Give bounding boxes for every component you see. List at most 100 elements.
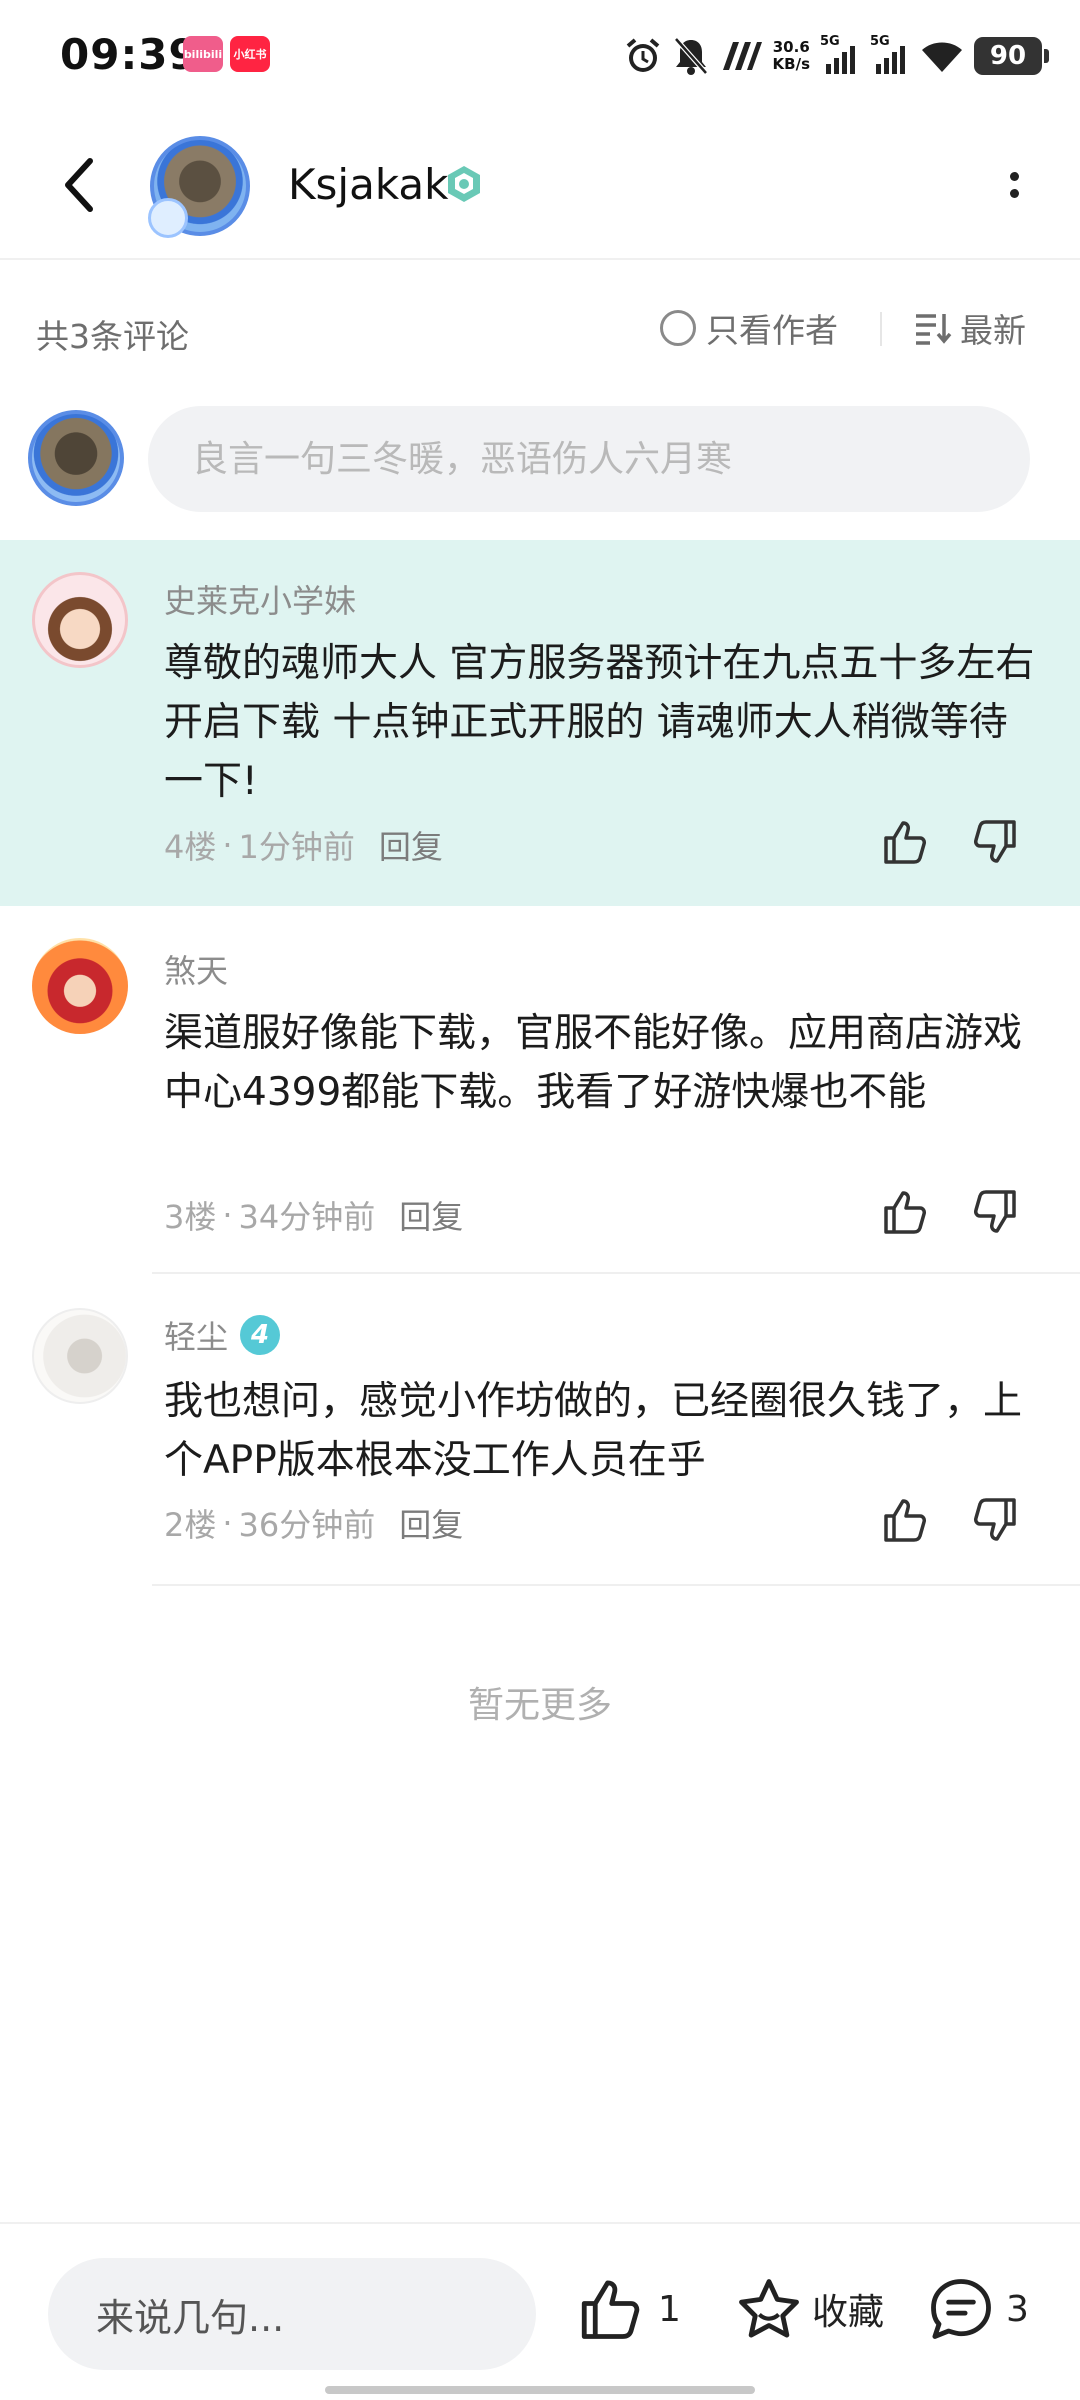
back-button[interactable]	[50, 150, 110, 220]
signal-label: 5G	[820, 34, 840, 49]
like-count: 1	[658, 2288, 681, 2330]
comment-text: 尊敬的魂师大人 官方服务器预计在九点五十多左右开启下载 十点钟正式开服的 请魂师…	[164, 641, 1035, 804]
comments-button[interactable]: 3	[928, 2276, 1029, 2342]
comment-meta: 4楼 · 1分钟前 回复	[164, 822, 443, 868]
meta-separator: ·	[222, 1196, 233, 1234]
comment-page: 09:39 bilibili 小红书 30.6 KB/s 5G 5G 90 Ks…	[0, 0, 1080, 2400]
dislike-button[interactable]	[972, 818, 1020, 866]
comment-count-badge: 3	[1006, 2288, 1029, 2330]
bilibili-app-icon: bilibili	[183, 36, 223, 72]
thumbs-up-icon	[884, 821, 926, 864]
status-bar: 09:39 bilibili 小红书 30.6 KB/s 5G 5G 90	[0, 0, 1080, 110]
sort-label: 最新	[960, 311, 1026, 350]
username-text: 史莱克小学妹	[164, 582, 357, 620]
floor-number: 2楼	[164, 1506, 217, 1544]
divider	[152, 1584, 1080, 1586]
header: Ksjakak	[0, 110, 1080, 260]
author-only-label: 只看作者	[706, 311, 838, 350]
nfc-icon	[722, 42, 762, 70]
sort-icon	[916, 314, 952, 345]
comment-text: 我也想问，感觉小作坊做的，已经圈很久钱了，上个APP版本根本没工作人员在乎	[164, 1379, 1023, 1483]
thumbs-up-icon	[884, 1499, 926, 1542]
reply-button[interactable]: 回复	[399, 1192, 463, 1238]
no-more-text: 暂无更多	[467, 1685, 612, 1726]
xiaohongshu-app-icon: 小红书	[230, 36, 270, 72]
dislike-button[interactable]	[972, 1496, 1020, 1544]
level-badge: 4	[240, 1315, 281, 1355]
comment-item: 史莱克小学妹 尊敬的魂师大人 官方服务器预计在九点五十多左右开启下载 十点钟正式…	[0, 540, 1080, 906]
sort-button[interactable]: 最新	[914, 304, 1026, 352]
thumbs-up-icon	[884, 1191, 926, 1234]
status-time: 09:39	[60, 30, 199, 79]
bell-off-icon	[673, 37, 708, 75]
thumbs-up-icon	[581, 2280, 640, 2339]
divider	[880, 312, 882, 346]
comment-username[interactable]: 煞天	[164, 946, 228, 992]
dislike-button[interactable]	[972, 1188, 1020, 1236]
author-avatar[interactable]	[148, 136, 250, 238]
alarm-icon	[626, 38, 659, 72]
comment-text: 渠道服好像能下载，官服不能好像。应用商店游戏中心4399都能下载。我看了好游快爆…	[164, 1011, 1023, 1115]
author-only-toggle[interactable]: 只看作者	[660, 304, 838, 352]
wifi-icon	[922, 42, 962, 72]
my-avatar	[28, 410, 124, 506]
comment-time: 36分钟前	[238, 1506, 376, 1544]
like-button[interactable]	[880, 1496, 928, 1544]
avatar-frame-decoration	[148, 198, 188, 238]
comment-actions	[880, 1188, 1020, 1236]
chevron-left-icon	[65, 158, 93, 212]
signal-icon: 5G	[870, 34, 910, 76]
user-avatar[interactable]	[32, 1308, 128, 1404]
username-text: 煞天	[164, 952, 229, 990]
comment-username[interactable]: 轻尘 4	[164, 1312, 281, 1358]
verified-badge-icon	[448, 166, 480, 202]
thumbs-down-icon	[974, 1190, 1016, 1233]
comment-bubble-icon	[931, 2279, 991, 2339]
username-text: 轻尘	[164, 1318, 229, 1356]
net-speed-value: 30.6	[772, 38, 810, 56]
signal-icon: 5G	[820, 34, 860, 76]
radio-icon	[660, 310, 696, 346]
thumbs-down-icon	[974, 820, 1016, 863]
author-name[interactable]: Ksjakak	[288, 160, 448, 209]
filter-row: 共3条评论 只看作者 最新	[0, 262, 1080, 402]
comment-item: 轻尘 4 我也想问，感觉小作坊做的，已经圈很久钱了，上个APP版本根本没工作人员…	[0, 1274, 1080, 1586]
floor-number: 4楼	[164, 828, 217, 866]
favorite-label: 收藏	[812, 2292, 885, 2333]
comment-actions	[880, 1496, 1020, 1544]
thumbs-down-icon	[974, 1498, 1016, 1541]
user-avatar[interactable]	[32, 572, 128, 668]
bottom-input-placeholder: 来说几句...	[96, 2295, 285, 2340]
comment-actions	[880, 818, 1020, 866]
like-button[interactable]	[880, 1188, 928, 1236]
bottom-comment-input[interactable]: 来说几句...	[48, 2258, 536, 2370]
comment-meta: 3楼 · 34分钟前 回复	[164, 1192, 463, 1238]
comment-item: 煞天 渠道服好像能下载，官服不能好像。应用商店游戏中心4399都能下载。我看了好…	[0, 906, 1080, 1274]
net-speed: 30.6 KB/s	[773, 39, 810, 73]
meta-separator: ·	[222, 826, 233, 864]
floor-number: 3楼	[164, 1198, 217, 1236]
bottom-bar: 来说几句... 1 收藏 3	[0, 2222, 1080, 2400]
home-indicator[interactable]	[325, 2386, 755, 2394]
more-button[interactable]	[984, 150, 1044, 220]
signal-label: 5G	[870, 34, 890, 49]
comment-username[interactable]: 史莱克小学妹	[164, 576, 356, 622]
reply-button[interactable]: 回复	[379, 822, 443, 868]
battery-icon: 90	[974, 37, 1049, 75]
comment-count: 共3条评论	[36, 317, 189, 356]
like-button[interactable]	[880, 818, 928, 866]
comment-time: 34分钟前	[238, 1198, 376, 1236]
meta-separator: ·	[222, 1504, 233, 1542]
comment-input[interactable]	[148, 406, 1030, 512]
user-avatar[interactable]	[32, 938, 128, 1034]
star-icon	[739, 2279, 799, 2338]
post-like-button[interactable]: 1	[576, 2276, 681, 2342]
reply-button[interactable]: 回复	[399, 1500, 463, 1546]
comment-time: 1分钟前	[238, 828, 355, 866]
composer-row	[0, 402, 1080, 540]
net-speed-unit: KB/s	[772, 55, 810, 73]
more-dot	[1009, 172, 1019, 181]
status-icons: 30.6 KB/s 5G 5G 90	[623, 32, 1049, 80]
favorite-button[interactable]: 收藏	[736, 2276, 884, 2342]
more-dot	[1009, 189, 1019, 198]
